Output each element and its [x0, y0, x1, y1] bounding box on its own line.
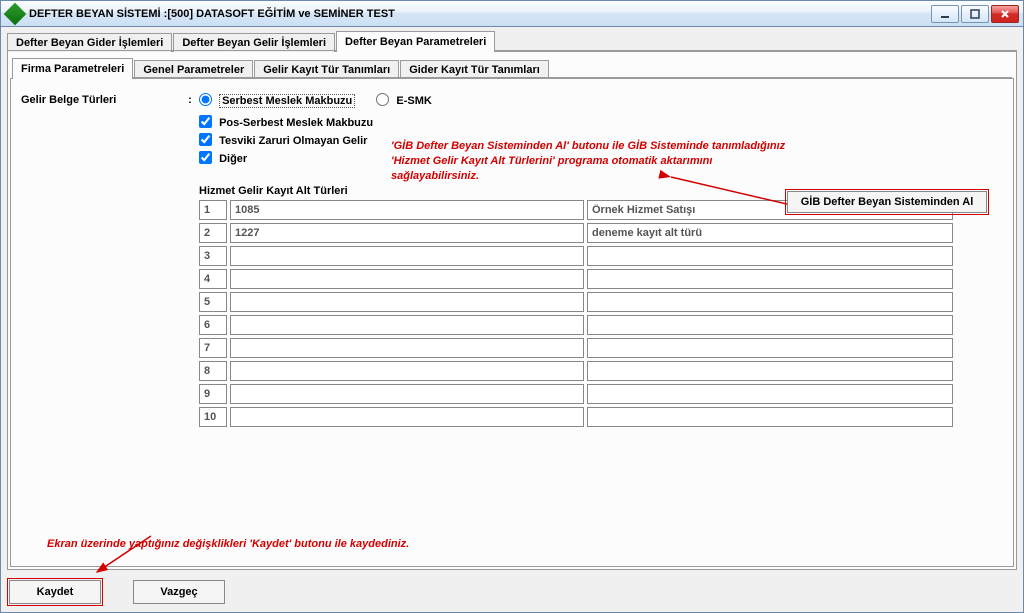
inner-tab-page: Gelir Belge Türleri : Serbest Meslek Mak… [10, 78, 1014, 567]
table-row [199, 315, 957, 335]
row-desc-input[interactable] [587, 269, 953, 289]
radio-esmk[interactable] [376, 93, 389, 106]
window-title: DEFTER BEYAN SİSTEMİ :[500] DATASOFT EĞİ… [29, 8, 931, 20]
row-index-input[interactable] [199, 384, 227, 404]
table-row [199, 338, 957, 358]
check-diger-text: Diğer [219, 153, 247, 165]
cancel-button[interactable]: Vazgeç [133, 580, 225, 604]
row-desc-input[interactable] [587, 246, 953, 266]
table-row [199, 292, 957, 312]
row-code-input[interactable] [230, 361, 584, 381]
row-index-input[interactable] [199, 269, 227, 289]
app-icon [4, 2, 27, 25]
row-code-input[interactable] [230, 223, 584, 243]
row-code-input[interactable] [230, 384, 584, 404]
check-pos-label[interactable]: Pos-Serbest Meslek Makbuzu [199, 117, 373, 129]
row-code-input[interactable] [230, 269, 584, 289]
row-code-input[interactable] [230, 200, 584, 220]
row-desc-input[interactable] [587, 292, 953, 312]
row-index-input[interactable] [199, 407, 227, 427]
row-index-input[interactable] [199, 361, 227, 381]
minimize-button[interactable] [931, 5, 959, 23]
save-button[interactable]: Kaydet [9, 580, 101, 604]
row-desc-input[interactable] [587, 361, 953, 381]
row-code-input[interactable] [230, 338, 584, 358]
table-row [199, 407, 957, 427]
colon: : [181, 94, 199, 106]
maximize-button[interactable] [961, 5, 989, 23]
radio-serbest-text: Serbest Meslek Makbuzu [219, 94, 355, 108]
table-row [199, 223, 957, 243]
check-diger[interactable] [199, 151, 212, 164]
row-code-input[interactable] [230, 292, 584, 312]
gib-sisteminden-al-button[interactable]: GİB Defter Beyan Sisteminden Al [787, 191, 987, 213]
check-tesvik-text: Tesviki Zaruri Olmayan Gelir [219, 135, 367, 147]
row-index-input[interactable] [199, 223, 227, 243]
row-index-input[interactable] [199, 246, 227, 266]
row-index-input[interactable] [199, 292, 227, 312]
belge-tur-radio-group: Serbest Meslek Makbuzu E-SMK [199, 93, 450, 107]
inner-tabstrip: Firma Parametreleri Genel Parametreler G… [10, 54, 1014, 78]
radio-serbest-label[interactable]: Serbest Meslek Makbuzu [199, 95, 358, 107]
row-desc-input[interactable] [587, 223, 953, 243]
check-diger-label[interactable]: Diğer [199, 153, 247, 165]
table-row [199, 246, 957, 266]
footer-buttons: Kaydet Vazgeç [1, 576, 1023, 612]
row-code-input[interactable] [230, 407, 584, 427]
row-desc-input[interactable] [587, 407, 953, 427]
annotation-top: 'GİB Defter Beyan Sisteminden Al' butonu… [391, 139, 791, 184]
row-desc-input[interactable] [587, 384, 953, 404]
radio-serbest[interactable] [199, 93, 212, 106]
titlebar: DEFTER BEYAN SİSTEMİ :[500] DATASOFT EĞİ… [1, 1, 1023, 27]
table-row [199, 269, 957, 289]
row-code-input[interactable] [230, 246, 584, 266]
table-row [199, 361, 957, 381]
top-tab-page: Firma Parametreleri Genel Parametreler G… [7, 51, 1017, 570]
alt-tur-grid [199, 200, 957, 427]
close-button[interactable] [991, 5, 1019, 23]
annotation-bottom: Ekran üzerinde yaptığınız değişklikleri … [47, 537, 409, 552]
row-index-input[interactable] [199, 315, 227, 335]
row-code-input[interactable] [230, 315, 584, 335]
row-desc-input[interactable] [587, 315, 953, 335]
tab-parametreleri[interactable]: Defter Beyan Parametreleri [336, 31, 495, 52]
row-index-input[interactable] [199, 200, 227, 220]
check-pos-text: Pos-Serbest Meslek Makbuzu [219, 117, 373, 129]
check-tesvik-label[interactable]: Tesviki Zaruri Olmayan Gelir [199, 135, 367, 147]
radio-esmk-text: E-SMK [396, 95, 431, 107]
tab-firma-parametreleri[interactable]: Firma Parametreleri [12, 58, 133, 79]
row-index-input[interactable] [199, 338, 227, 358]
row-desc-input[interactable] [587, 338, 953, 358]
table-row [199, 384, 957, 404]
gelir-belge-turleri-label: Gelir Belge Türleri [21, 94, 181, 106]
radio-esmk-label[interactable]: E-SMK [376, 95, 432, 107]
top-tabstrip: Defter Beyan Gider İşlemleri Defter Beya… [1, 27, 1023, 51]
app-window: DEFTER BEYAN SİSTEMİ :[500] DATASOFT EĞİ… [0, 0, 1024, 613]
check-pos[interactable] [199, 115, 212, 128]
check-tesvik[interactable] [199, 133, 212, 146]
window-controls [931, 5, 1019, 23]
